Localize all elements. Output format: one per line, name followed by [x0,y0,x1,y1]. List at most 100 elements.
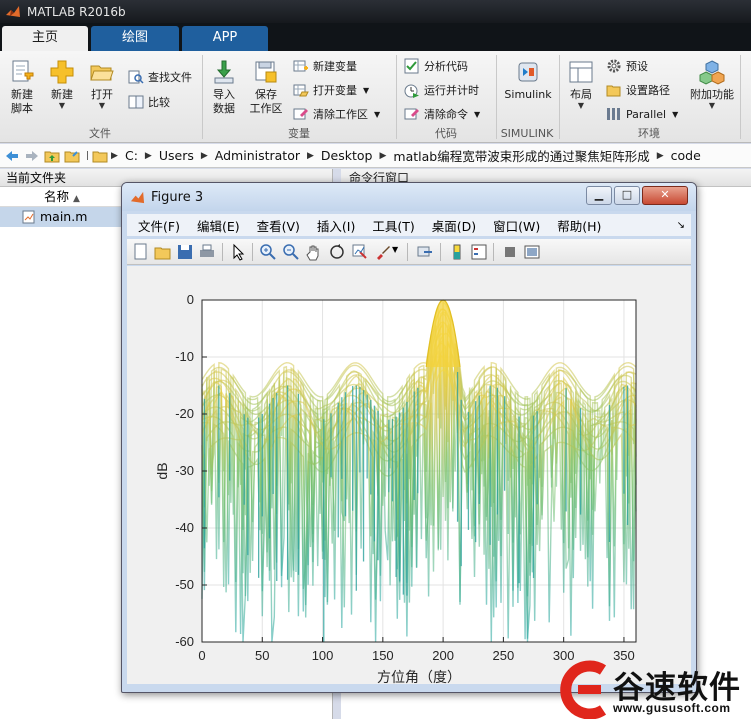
compare-icon [128,95,144,109]
forward-arrow-icon[interactable] [24,148,40,164]
figure-window: Figure 3 ▁ □ ✕ 文件(F) 编辑(E) 查看(V) 插入(I) 工… [121,182,697,693]
ribbon-tab-strip: 主页 绘图 APP [0,23,751,51]
matlab-title-bar: MATLAB R2016b [0,0,751,23]
find-files-label: 查找文件 [148,71,192,84]
new-script-button[interactable]: 新建 脚本 [2,59,42,116]
surface-plot[interactable]: 0 50 100 150 200 250 300 3500-10-20-30-40-50-60… [127,266,691,686]
menu-view[interactable]: 查看(V) [257,216,300,235]
sort-ascending-icon: ▲ [73,194,80,204]
x-axis-label: 方位角（度） [377,670,461,684]
up-folder-icon[interactable] [44,148,60,164]
ribbon-divider [396,55,397,139]
link-plot-icon[interactable] [416,243,434,261]
pointer-icon[interactable] [229,243,247,261]
run-and-time-button[interactable]: 运行并计时 [404,79,479,101]
colorbar-icon[interactable] [448,243,466,261]
clear-workspace-label: 清除工作区 [313,108,368,121]
breadcrumb-users[interactable]: Users [159,148,194,163]
menu-tools[interactable]: 工具(T) [372,216,414,235]
menu-insert[interactable]: 插入(I) [317,216,355,235]
open-variable-button[interactable]: 打开变量 ▼ [293,79,369,101]
back-arrow-icon[interactable] [4,148,20,164]
ribbon-divider [740,55,741,139]
breadcrumb-administrator[interactable]: Administrator [215,148,300,163]
simulink-label: Simulink [504,88,552,101]
simulink-button[interactable]: Simulink [500,59,556,102]
close-button[interactable]: ✕ [642,186,688,205]
new-variable-button[interactable]: 新建变量 [293,55,357,77]
open-button[interactable]: 打开 ▼ [84,59,120,110]
menu-desktop[interactable]: 桌面(D) [432,216,476,235]
brush-icon[interactable] [374,243,392,261]
new-label: 新建 [51,88,73,101]
tab-apps[interactable]: APP [182,26,268,51]
breadcrumb-drive[interactable]: C: [125,148,138,163]
menu-window[interactable]: 窗口(W) [493,216,540,235]
import-data-button[interactable]: 导入 数据 [206,59,242,116]
tab-plots[interactable]: 绘图 [91,26,179,51]
breadcrumb-code[interactable]: code [671,148,701,163]
addons-button[interactable]: 附加功能 ▼ [686,59,738,110]
menu-edit[interactable]: 编辑(E) [197,216,240,235]
analyze-code-label: 分析代码 [424,60,468,73]
layout-button[interactable]: 布局 ▼ [563,59,599,110]
analyze-code-button[interactable]: 分析代码 [404,55,468,77]
group-label-variable: 变量 [288,127,310,140]
hide-plot-tools-icon[interactable] [501,243,519,261]
analyze-code-icon [404,58,419,74]
zoom-in-icon[interactable] [259,243,277,261]
chevron-down-icon[interactable]: ▼ [392,245,400,263]
save-workspace-button[interactable]: 保存 工作区 [246,59,286,116]
group-label-file: 文件 [89,127,111,140]
new-button[interactable]: 新建 ▼ [44,59,80,110]
clear-commands-icon [404,108,419,120]
dock-arrow-icon[interactable]: ↘ [677,220,685,231]
x-tick-label: 100 [312,648,334,663]
column-name-label: 名称 [44,189,70,204]
rotate-3d-icon[interactable] [328,243,346,261]
tab-home[interactable]: 主页 [2,26,88,51]
new-script-icon [12,60,34,82]
parallel-label: Parallel [626,107,667,121]
compare-button[interactable]: 比较 [128,91,170,113]
print-icon[interactable] [198,243,216,261]
simulink-icon [518,62,538,82]
toolbar-divider [407,243,408,261]
run-and-time-icon [404,84,419,98]
figure-toolbar: ▼ [127,239,691,265]
breadcrumb-project-folder[interactable]: matlab编程宽带波束形成的通过聚焦矩阵形成 [393,146,649,165]
find-files-button[interactable]: 查找文件 [128,66,192,88]
compare-label: 比较 [148,96,170,109]
parallel-button[interactable]: Parallel ▼ [606,103,678,125]
clear-workspace-button[interactable]: 清除工作区 ▼ [293,103,380,125]
chevron-right-icon: ▶ [144,150,152,161]
toolbar-divider [252,243,253,261]
open-label: 打开 [91,88,113,101]
menu-help[interactable]: 帮助(H) [557,216,601,235]
preferences-button[interactable]: 预设 [606,55,648,77]
minimize-button[interactable]: ▁ [586,186,612,205]
legend-icon[interactable] [470,243,488,261]
maximize-button[interactable]: □ [614,186,640,205]
menu-file[interactable]: 文件(F) [138,216,180,235]
data-cursor-icon[interactable] [351,243,369,261]
maximize-icon: □ [621,188,633,201]
pan-hand-icon[interactable] [305,243,323,261]
breadcrumb-desktop[interactable]: Desktop [321,148,373,163]
open-file-icon[interactable] [154,243,172,261]
find-files-icon [128,70,144,84]
zoom-out-icon[interactable] [282,243,300,261]
import-data-icon [214,60,234,84]
new-figure-icon[interactable] [132,243,150,261]
show-plot-tools-icon[interactable] [523,243,541,261]
figure-menu-bar: 文件(F) 编辑(E) 查看(V) 插入(I) 工具(T) 桌面(D) 窗口(W… [127,214,691,236]
ribbon-divider [202,55,203,139]
set-path-button[interactable]: 设置路径 [606,79,670,101]
run-and-time-label: 运行并计时 [424,84,479,97]
browse-folder-icon[interactable] [64,148,80,164]
chevron-right-icon: ▶ [307,150,314,161]
save-icon[interactable] [176,243,194,261]
parallel-icon [607,108,620,120]
clear-commands-button[interactable]: 清除命令 ▼ [404,103,480,125]
figure-title: Figure 3 [151,189,204,205]
